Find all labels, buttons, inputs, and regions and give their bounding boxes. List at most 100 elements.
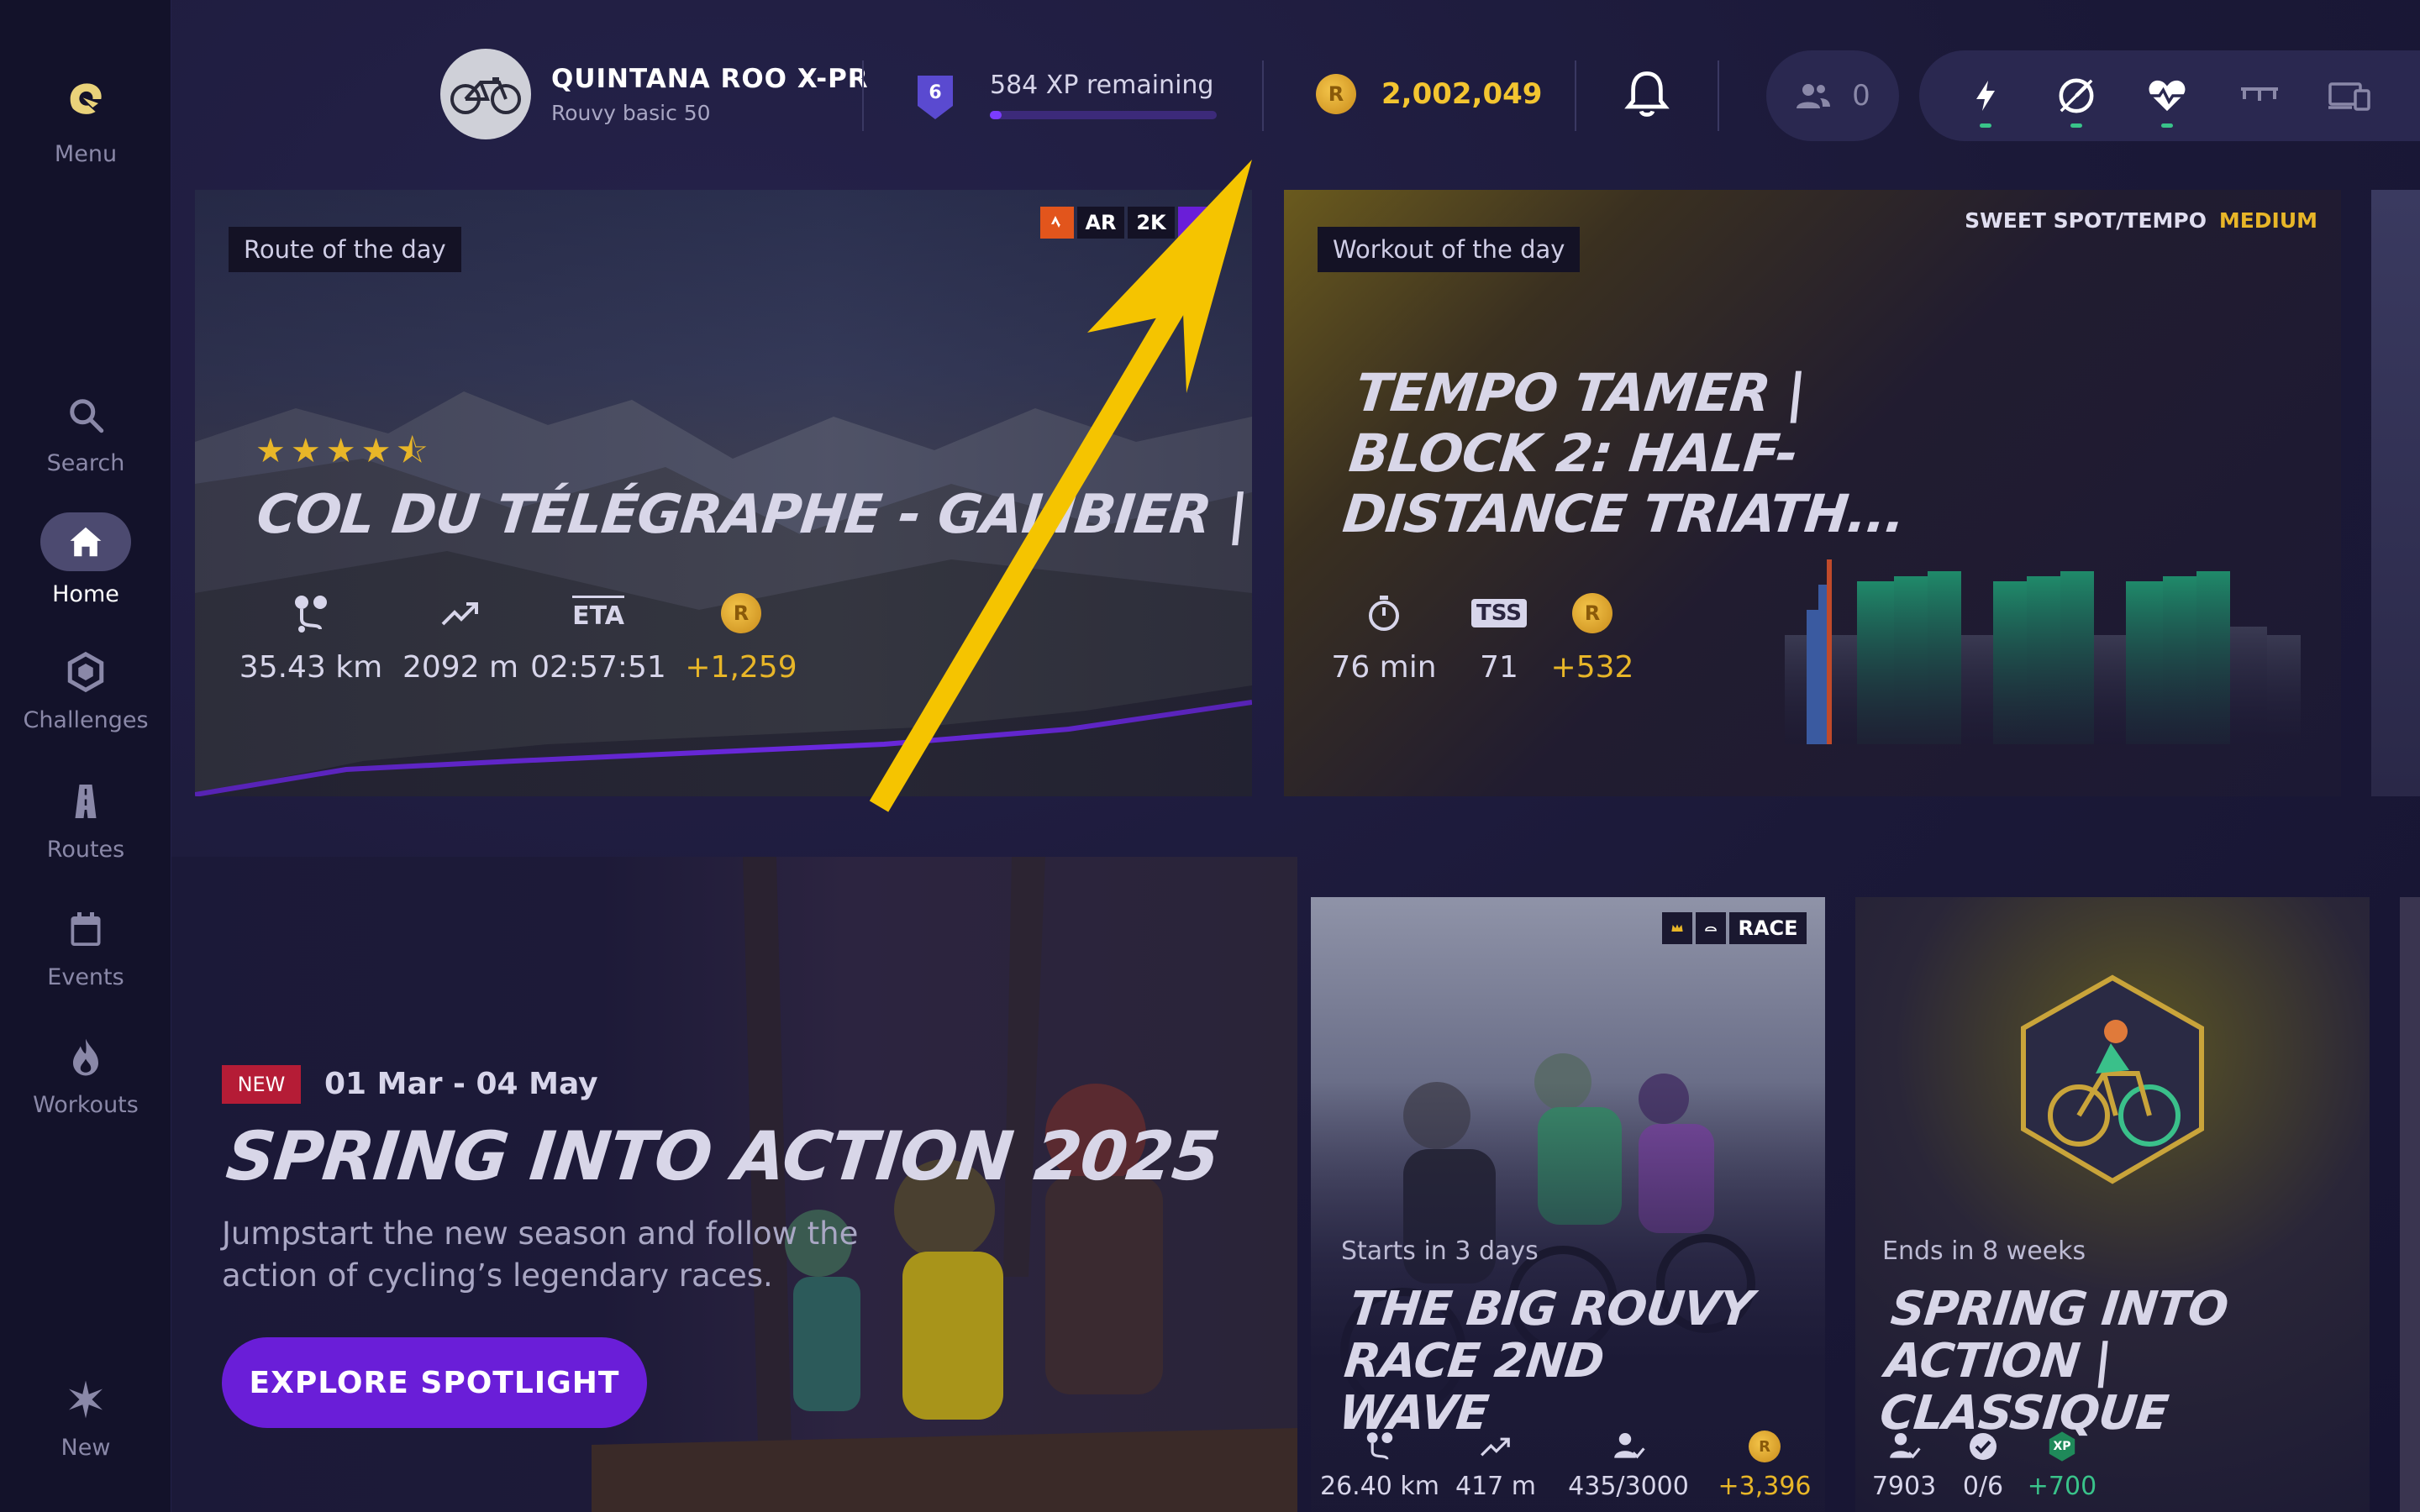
devices-button[interactable] xyxy=(2321,69,2380,123)
devices-icon xyxy=(2328,82,2370,111)
challenge-progress: 0/6 xyxy=(1962,1472,2004,1501)
sidebar-item-events[interactable]: Events xyxy=(0,904,171,1013)
eta-label: ETA xyxy=(572,596,624,631)
workout-title-line: TEMPO TAMER | xyxy=(1352,362,1809,423)
notifications-bell-icon[interactable] xyxy=(1623,69,1674,123)
next-card-peek[interactable] xyxy=(2400,897,2420,1512)
sidebar-item-label: Events xyxy=(47,964,124,990)
power-meter-button[interactable] xyxy=(1956,69,2015,128)
xp-label: XP xyxy=(2053,1440,2071,1453)
search-icon xyxy=(55,390,116,440)
sidebar-item-routes[interactable]: Routes xyxy=(0,776,171,885)
challenge-card[interactable]: Ends in 8 weeks SPRING INTO ACTION | CLA… xyxy=(1855,897,2370,1512)
next-card-peek[interactable] xyxy=(2371,190,2420,796)
coin-icon: R xyxy=(1572,593,1612,633)
speed-sensor-button[interactable] xyxy=(2047,69,2106,128)
challenge-title-line: CLASSIQUE xyxy=(1877,1386,2170,1441)
challenge-xp: +700 xyxy=(2027,1472,2097,1501)
route-coins: +1,259 xyxy=(685,650,797,685)
coin-symbol: R xyxy=(1328,82,1344,106)
event-card[interactable]: RACE Starts in 3 days THE BIG ROUVY RACE… xyxy=(1311,897,1825,1512)
route-elevation-stat: 2092 m xyxy=(402,590,519,685)
connected-dot xyxy=(2161,123,2173,128)
level-number: 6 xyxy=(929,82,942,103)
workout-duration-stat: 76 min xyxy=(1329,590,1439,685)
sidebar: Menu Search Home Challenges Routes Event… xyxy=(0,0,171,1512)
event-participants: 435/3000 xyxy=(1568,1472,1689,1501)
route-elevation: 2092 m xyxy=(402,650,519,685)
rouvy-logo-icon xyxy=(55,67,116,131)
coin-symbol: R xyxy=(1759,1437,1770,1456)
flame-icon xyxy=(55,1032,116,1082)
sidebar-item-label: Routes xyxy=(46,837,125,863)
app-window: Menu Search Home Challenges Routes Event… xyxy=(0,0,2420,1512)
workout-coins-stat: R +532 xyxy=(1546,590,1639,685)
heart-rate-icon xyxy=(2149,80,2186,112)
route-distance: 35.43 km xyxy=(239,650,383,685)
workout-duration: 76 min xyxy=(1331,650,1437,685)
route-of-the-day-card[interactable]: Route of the day AR 2K ★★★★⯪ COL DU TÉLÉ… xyxy=(195,190,1252,796)
heart-rate-button[interactable] xyxy=(2138,69,2196,128)
challenge-title-line: SPRING INTO ACTION | xyxy=(1882,1282,2231,1389)
coin-symbol: R xyxy=(733,601,750,625)
eta-icon: ETA xyxy=(572,590,624,637)
sidebar-item-challenges[interactable]: Challenges xyxy=(0,647,171,756)
spotlight-title: SPRING INTO ACTION 2025 xyxy=(223,1117,1223,1195)
challenge-title: SPRING INTO ACTION | CLASSIQUE xyxy=(1877,1282,2370,1441)
spotlight-date-range: 01 Mar - 04 May xyxy=(324,1067,598,1101)
explore-spotlight-button[interactable]: EXPLORE SPOTLIGHT xyxy=(222,1337,647,1428)
crown-icon xyxy=(1662,912,1692,944)
challenge-status: Ends in 8 weeks xyxy=(1882,1236,2086,1266)
bike-icon xyxy=(450,77,521,114)
friends-button[interactable]: 0 xyxy=(1766,50,1899,141)
sidebar-item-workouts[interactable]: Workouts xyxy=(0,1032,171,1141)
level-badge[interactable]: 6 xyxy=(916,72,955,121)
route-eta-stat: ETA 02:57:51 xyxy=(530,590,666,685)
friends-icon xyxy=(1797,84,1831,108)
stopwatch-icon xyxy=(1360,590,1407,637)
speedometer-icon xyxy=(2059,78,2094,113)
participants-icon xyxy=(1881,1430,1928,1463)
workout-category: SWEET SPOT/TEMPO xyxy=(1965,208,2207,233)
2k-tag: 2K xyxy=(1128,207,1175,239)
coin-symbol: R xyxy=(1584,601,1601,625)
calendar-icon xyxy=(55,904,116,954)
xp-icon: XP xyxy=(2039,1430,2086,1463)
steering-button[interactable] xyxy=(2230,69,2289,123)
workout-of-the-day-chip: Workout of the day xyxy=(1318,227,1581,272)
sidebar-item-label: Search xyxy=(46,450,125,476)
event-participants-stat: 435/3000 xyxy=(1568,1430,1689,1501)
challenge-xp-stat: XP +700 xyxy=(2028,1430,2096,1501)
coin-balance: 2,002,049 xyxy=(1381,77,1543,111)
route-extra-tag xyxy=(1178,207,1220,239)
hexagon-icon xyxy=(55,647,116,697)
connected-dot xyxy=(1980,123,1991,128)
sidebar-item-home[interactable]: Home xyxy=(0,512,171,622)
sidebar-item-search[interactable]: Search xyxy=(0,390,171,499)
route-pin-icon xyxy=(1356,1430,1403,1463)
event-status: Starts in 3 days xyxy=(1341,1236,1539,1266)
rating-stars: ★★★★⯪ xyxy=(255,432,434,470)
workout-tss-stat: TSS 71 xyxy=(1457,590,1541,685)
bike-name: QUINTANA ROO X-PR xyxy=(551,64,869,94)
event-title: THE BIG ROUVY RACE 2ND WAVE xyxy=(1336,1282,1825,1441)
menu-button[interactable]: Menu xyxy=(0,67,171,176)
bike-subtitle: Rouvy basic 50 xyxy=(551,101,711,125)
sidebar-item-label: Workouts xyxy=(33,1092,139,1118)
check-circle-icon xyxy=(1960,1430,2007,1463)
xp-progress-bar xyxy=(990,111,1217,119)
spotlight-description: Jumpstart the new season and follow the … xyxy=(222,1215,859,1294)
bike-avatar[interactable] xyxy=(440,49,531,139)
route-pin-icon xyxy=(287,590,334,637)
sidebar-item-label: Home xyxy=(52,581,119,607)
route-of-the-day-chip: Route of the day xyxy=(229,227,461,272)
event-title-line: THE BIG ROUVY RACE 2ND xyxy=(1341,1282,1755,1389)
tss-icon: TSS xyxy=(1470,590,1528,637)
divider xyxy=(862,60,864,131)
sidebar-item-new[interactable]: New xyxy=(0,1374,171,1483)
challenge-participants-stat: 7903 xyxy=(1870,1430,1938,1501)
challenge-badge-icon xyxy=(2021,974,2204,1184)
coin-icon: R xyxy=(1316,74,1356,114)
ar-tag: AR xyxy=(1077,207,1124,239)
workout-of-the-day-card[interactable]: Workout of the day SWEET SPOT/TEMPO MEDI… xyxy=(1284,190,2341,796)
